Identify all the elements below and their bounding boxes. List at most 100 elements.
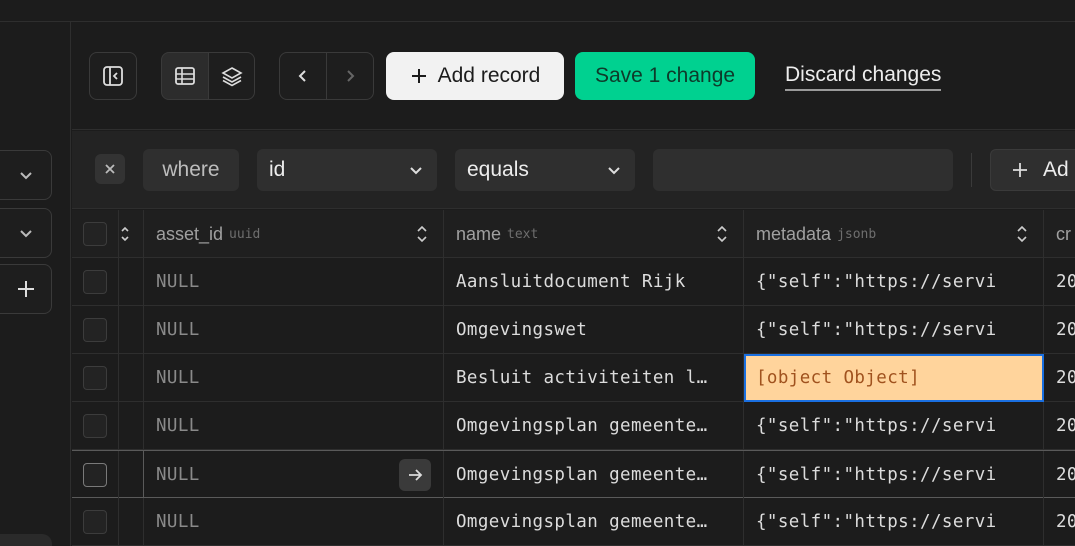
row-checkbox[interactable] [83,318,107,342]
table-cell[interactable]: 20 [1044,451,1075,499]
remove-filter-button[interactable] [95,154,125,184]
row-checkbox[interactable] [83,510,107,534]
chevron-down-icon [608,167,620,175]
table-cell[interactable]: 20 [1044,258,1075,306]
sort-icon[interactable] [119,225,131,243]
cell-value: NULL [156,512,200,532]
definition-view-button[interactable] [208,52,255,100]
table-cell[interactable]: NULL [144,306,444,354]
table-cell[interactable]: {"self":"https://servi [744,451,1044,499]
column-header-created[interactable]: cr [1044,210,1075,258]
table-cell[interactable]: NULL [144,451,444,499]
table-icon [175,67,195,85]
row-select-cell [72,354,119,402]
cell-value: Omgevingsplan gemeente… [456,465,708,485]
filter-column-select[interactable]: id [257,149,437,191]
chevron-down-icon [19,172,32,180]
discard-changes-button[interactable]: Discard changes [785,62,942,91]
column-header-metadata[interactable]: metadata jsonb [744,210,1044,258]
column-name: cr [1056,223,1071,244]
left-dropdown-2[interactable] [0,208,52,258]
table-row[interactable]: NULL Omgevingswet {"self":"https://servi… [72,306,1075,354]
left-bottom-tab[interactable] [0,534,52,546]
table-cell[interactable]: {"self":"https://servi [744,402,1044,450]
table-row[interactable]: NULL Omgevingsplan gemeente… {"self":"ht… [72,402,1075,450]
selected-edited-cell[interactable]: [object Object] [744,354,1044,402]
sort-icon[interactable] [415,224,429,244]
row-checkbox[interactable] [83,270,107,294]
grid-view-button[interactable] [161,52,209,100]
table-cell[interactable]: 20 [1044,402,1075,450]
column-name: metadata [756,223,832,244]
column-header-name[interactable]: name text [444,210,744,258]
table-cell[interactable] [119,306,144,354]
data-grid: asset_id uuid name text metadata jsonb c… [72,210,1075,546]
save-changes-label: Save 1 change [594,64,736,87]
row-checkbox[interactable] [83,414,107,438]
table-cell[interactable]: {"self":"https://servi [744,498,1044,546]
chevron-left-icon [298,70,306,82]
table-cell[interactable]: Aansluitdocument Rijk [444,258,744,306]
table-cell[interactable] [119,258,144,306]
table-cell[interactable]: Omgevingsplan gemeente… [444,402,744,450]
table-cell[interactable]: NULL [144,402,444,450]
cell-value: [object Object] [756,368,921,388]
table-cell[interactable]: NULL [144,498,444,546]
cell-value: Omgevingsplan gemeente… [456,416,708,436]
sort-icon[interactable] [1015,224,1029,244]
filter-column-value: id [269,158,286,181]
cell-value: NULL [156,368,200,388]
table-row[interactable]: NULL Omgevingsplan gemeente… {"self":"ht… [72,450,1075,499]
table-cell[interactable]: 20 [1044,498,1075,546]
row-select-cell [72,306,119,354]
column-type: uuid [229,226,261,242]
table-row[interactable]: NULL Besluit activiteiten l… [object Obj… [72,354,1075,402]
next-page-button[interactable] [326,52,374,100]
table-cell[interactable]: Besluit activiteiten l… [444,354,744,402]
save-changes-button[interactable]: Save 1 change [575,52,755,100]
add-record-button[interactable]: Add record [386,52,564,100]
table-cell[interactable]: 20 [1044,354,1075,402]
table-cell[interactable] [119,451,144,499]
table-cell[interactable] [119,498,144,546]
cell-value: NULL [156,416,200,436]
toggle-sidebar-button[interactable] [89,52,137,100]
row-checkbox[interactable] [83,366,107,390]
select-all-checkbox[interactable] [83,222,107,246]
chevron-down-icon [410,167,422,175]
table-cell[interactable] [119,354,144,402]
table-row[interactable]: NULL Aansluitdocument Rijk {"self":"http… [72,258,1075,306]
cell-value: NULL [156,320,200,340]
add-record-label: Add record [437,64,541,87]
sidebar-collapse-icon [103,66,123,86]
table-cell[interactable]: Omgevingswet [444,306,744,354]
row-select-cell [72,451,119,499]
add-filter-button[interactable]: Ad [990,149,1075,191]
table-cell[interactable]: 20 [1044,306,1075,354]
table-cell[interactable]: NULL [144,354,444,402]
left-pane [0,22,71,546]
filter-divider [971,153,972,187]
table-cell[interactable]: Omgevingsplan gemeente… [444,498,744,546]
previous-page-button[interactable] [279,52,327,100]
cell-value: 20 [1056,512,1075,532]
table-cell[interactable] [119,402,144,450]
grid-header-row: asset_id uuid name text metadata jsonb c… [72,210,1075,258]
row-select-cell [72,498,119,546]
table-cell[interactable]: {"self":"https://servi [744,306,1044,354]
table-row[interactable]: NULL Omgevingsplan gemeente… {"self":"ht… [72,498,1075,546]
left-dropdown-1[interactable] [0,150,52,200]
column-header-asset-id[interactable]: asset_id uuid [144,210,444,258]
filter-value-input[interactable] [653,149,953,191]
grid-toolbar: Add record Save 1 change Discard changes [72,22,1075,130]
open-reference-button[interactable] [399,459,431,491]
filter-operator-select[interactable]: equals [455,149,635,191]
table-cell[interactable]: {"self":"https://servi [744,258,1044,306]
column-name: name [456,223,502,244]
left-add-button[interactable] [0,264,52,314]
row-checkbox[interactable] [83,463,107,487]
sort-icon[interactable] [715,224,729,244]
table-cell[interactable]: NULL [144,258,444,306]
table-cell[interactable]: Omgevingsplan gemeente… [444,451,744,499]
chevron-right-icon [347,70,355,82]
